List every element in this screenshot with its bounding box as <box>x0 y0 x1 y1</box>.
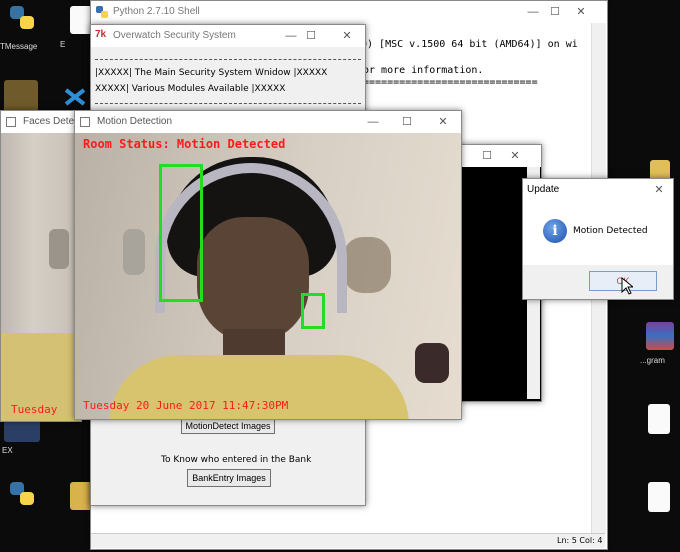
maximize-icon[interactable]: ☐ <box>299 27 323 45</box>
bank-entry-caption: To Know who entered in the Bank <box>161 455 312 465</box>
motion-box-right <box>301 293 325 329</box>
python-icon[interactable] <box>6 4 40 34</box>
room-status-text: Room Status: Motion Detected <box>83 137 286 151</box>
window-icon <box>6 117 16 127</box>
desktop-label-ex: EX <box>2 446 13 455</box>
close-icon[interactable]: ✕ <box>647 181 671 199</box>
motion-timestamp: Tuesday 20 June 2017 11:47:30PM <box>83 399 289 412</box>
motion-detect-images-button[interactable]: MotionDetect Images <box>181 418 275 434</box>
python-shell-icon <box>95 5 109 19</box>
folder-icon[interactable] <box>4 80 38 114</box>
overwatch-title: Overwatch Security System <box>113 30 236 41</box>
minimize-icon[interactable]: — <box>361 113 385 131</box>
tk-feather-icon: 7k <box>95 29 107 40</box>
mouse-cursor-icon <box>621 276 635 298</box>
motion-camera-feed: Room Status: Motion Detected Tuesday 20 … <box>75 133 461 419</box>
overwatch-titlebar[interactable]: 7k Overwatch Security System — ☐ ✕ <box>91 25 365 47</box>
desktop-label-e: E <box>60 40 66 49</box>
desktop-label-tmessage: TMessage <box>0 42 38 51</box>
maximize-icon[interactable]: ☐ <box>475 147 499 165</box>
wall-fixture <box>49 229 69 269</box>
document-icon-right-3[interactable] <box>648 482 670 512</box>
python-shell-statusbar: Ln: 5 Col: 4 <box>91 533 605 548</box>
python-shell-title: Python 2.7.10 Shell <box>113 6 200 17</box>
desktop-label-gram: ...gram <box>640 356 665 365</box>
faces-timestamp: Tuesday <box>11 403 58 416</box>
bank-entry-images-button[interactable]: BankEntry Images <box>187 469 271 487</box>
dark-object-right <box>415 343 449 383</box>
close-icon[interactable]: ✕ <box>569 3 593 21</box>
minimize-icon[interactable]: — <box>521 3 545 21</box>
motion-detection-titlebar[interactable]: Motion Detection — ☐ ✕ <box>75 111 461 133</box>
update-dialog[interactable]: Update ✕ i Motion Detected OK <box>522 178 674 300</box>
window-icon <box>80 117 90 127</box>
divider <box>95 59 361 60</box>
close-icon[interactable]: ✕ <box>431 113 455 131</box>
motion-detection-window[interactable]: Motion Detection — ☐ ✕ Room Status: Moti… <box>74 110 462 420</box>
info-glyph: i <box>552 223 558 239</box>
faces-camera-feed: Tuesday <box>1 133 81 421</box>
python-shell-line-3: ============================= <box>363 77 538 88</box>
info-icon: i <box>543 219 567 243</box>
python-shell-status-text: Ln: 5 Col: 4 <box>557 536 603 545</box>
update-button-area: OK <box>523 265 673 299</box>
python-shell-line-1: 0) [MSC v.1500 64 bit (AMD64)] on wi <box>361 39 578 50</box>
python-shell-line-2: or more information. <box>363 65 484 76</box>
python-icon-bottom[interactable] <box>6 480 40 510</box>
folder-icon-bottom[interactable] <box>70 482 92 510</box>
motion-detection-title: Motion Detection <box>97 116 173 127</box>
motion-box-left <box>159 164 203 302</box>
console-titlebar[interactable]: ☐ ✕ <box>457 145 541 167</box>
faces-detect-window[interactable]: Faces Detect Tuesday <box>0 110 82 422</box>
python-shell-titlebar[interactable]: Python 2.7.10 Shell — ☐ ✕ <box>91 1 607 23</box>
maximize-icon[interactable]: ☐ <box>543 3 567 21</box>
close-icon[interactable]: ✕ <box>335 27 359 45</box>
document-icon[interactable] <box>70 6 92 34</box>
wall-clock <box>123 229 145 275</box>
document-icon-right-2[interactable] <box>648 404 670 434</box>
divider <box>95 103 361 104</box>
close-icon[interactable]: ✕ <box>503 147 527 165</box>
faces-detect-titlebar[interactable]: Faces Detect <box>1 111 82 133</box>
vscode-icon[interactable] <box>62 84 92 110</box>
update-title: Update <box>527 184 560 195</box>
update-titlebar[interactable]: Update ✕ <box>523 179 673 201</box>
maximize-icon[interactable]: ☐ <box>395 113 419 131</box>
overwatch-header-main: |XXXXX| The Main Security System Wnidow … <box>95 68 328 78</box>
update-message: Motion Detected <box>573 226 648 236</box>
winrar-icon[interactable] <box>646 322 674 350</box>
person-face <box>197 217 309 343</box>
headphones-hanging <box>343 237 391 293</box>
overwatch-header-modules: XXXXX| Various Modules Available |XXXXX <box>95 84 286 94</box>
